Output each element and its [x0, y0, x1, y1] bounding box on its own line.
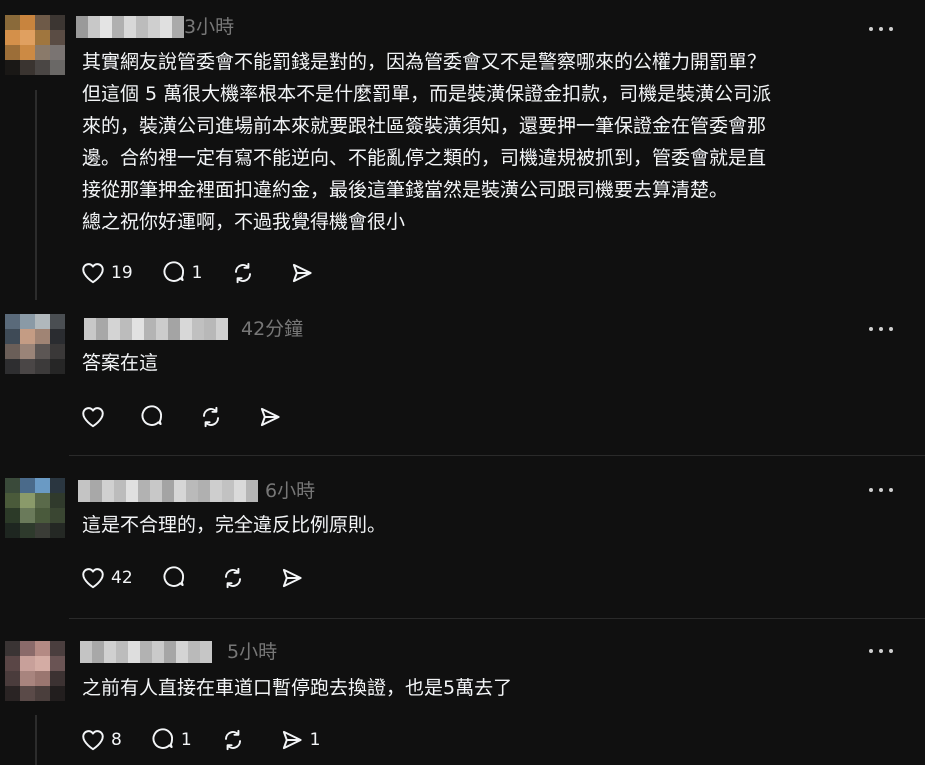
- more-dots-icon: [869, 488, 893, 492]
- comment-line: 接從那筆押金裡面扣違約金，最後這筆錢當然是裝潢公司跟司機要去算清楚。: [82, 179, 729, 201]
- comment-post: 5小時 之前有人直接在車道口暫停跑去換證，也是5萬去了 8 1 1: [0, 619, 925, 765]
- like-button[interactable]: [80, 404, 111, 430]
- action-bar: [80, 402, 316, 432]
- share-count: 1: [309, 730, 321, 750]
- username[interactable]: [78, 480, 258, 502]
- comment-line: 其實網友說管委會不能罰錢是對的，因為管委會又不是警察哪來的公權力開罰單？: [82, 51, 767, 73]
- comment-body: 這是不合理的，完全違反比例原則。: [82, 509, 902, 541]
- repost-icon: [224, 567, 241, 589]
- comment-line: 邊。合約裡一定有寫不能逆向、不能亂停之類的，司機違規被抓到，管委會就是直: [82, 147, 767, 169]
- comment-post: 42分鐘 答案在這: [0, 300, 925, 455]
- comment-post: 3小時 其實網友說管委會不能罰錢是對的，因為管委會又不是警察哪來的公權力開罰單？…: [0, 0, 925, 300]
- share-button[interactable]: [257, 404, 288, 430]
- heart-icon: [82, 568, 104, 589]
- heart-icon: [82, 263, 104, 284]
- repost-button[interactable]: [220, 565, 251, 591]
- reply-button[interactable]: [139, 404, 170, 430]
- reply-count: 1: [180, 730, 192, 750]
- comment-line: 來的，裝潢公司進場前本來就要跟社區簽裝潢須知，還要押一筆保證金在管委會那: [82, 115, 767, 137]
- share-button[interactable]: 1: [279, 727, 321, 753]
- username[interactable]: [76, 16, 184, 38]
- share-button[interactable]: [289, 260, 320, 286]
- like-count: 8: [111, 730, 122, 750]
- reply-button[interactable]: 1: [161, 260, 203, 286]
- more-options-button[interactable]: [867, 641, 895, 661]
- action-bar: 8 1 1: [80, 725, 348, 755]
- avatar[interactable]: [5, 314, 65, 374]
- avatar[interactable]: [5, 641, 65, 701]
- timestamp[interactable]: 3小時: [184, 14, 234, 40]
- repost-button[interactable]: [230, 260, 261, 286]
- reply-count: 1: [191, 263, 203, 283]
- comment-line: 這是不合理的，完全違反比例原則。: [82, 514, 387, 536]
- comment-line: 總之祝你好運啊，不過我覺得機會很小: [82, 211, 406, 233]
- repost-icon: [235, 262, 252, 284]
- send-icon: [282, 730, 302, 750]
- repost-icon: [202, 406, 220, 428]
- repost-button[interactable]: [220, 727, 251, 753]
- action-bar: 42: [80, 563, 338, 593]
- more-options-button[interactable]: [867, 319, 895, 339]
- comment-body: 答案在這: [82, 347, 902, 379]
- comment-body: 其實網友說管委會不能罰錢是對的，因為管委會又不是警察哪來的公權力開罰單？ 但這個…: [82, 46, 902, 238]
- send-icon: [293, 263, 313, 283]
- like-button[interactable]: 19: [80, 260, 133, 286]
- comment-line: 答案在這: [82, 352, 159, 374]
- heart-icon: [82, 730, 104, 751]
- repost-icon: [224, 729, 241, 751]
- comment-feed: 3小時 其實網友說管委會不能罰錢是對的，因為管委會又不是警察哪來的公權力開罰單？…: [0, 0, 925, 765]
- send-icon: [282, 568, 302, 588]
- comment-icon: [141, 405, 162, 426]
- comment-icon: [152, 728, 173, 749]
- like-count: 42: [111, 568, 133, 588]
- action-bar: 19 1: [80, 258, 348, 288]
- comment-icon: [163, 566, 184, 587]
- comment-line: 之前有人直接在車道口暫停跑去換證，也是5萬去了: [82, 677, 513, 699]
- share-button[interactable]: [279, 565, 310, 591]
- comment-post: 6小時 這是不合理的，完全違反比例原則。 42: [0, 456, 925, 618]
- like-button[interactable]: 8: [80, 727, 122, 753]
- repost-button[interactable]: [198, 404, 229, 430]
- more-options-button[interactable]: [867, 480, 895, 500]
- timestamp[interactable]: 6小時: [265, 478, 315, 504]
- username[interactable]: [84, 318, 228, 340]
- more-dots-icon: [869, 649, 893, 653]
- avatar[interactable]: [5, 15, 65, 75]
- more-options-button[interactable]: [867, 19, 895, 39]
- heart-icon: [82, 407, 104, 428]
- like-count: 19: [111, 263, 133, 283]
- username[interactable]: [80, 641, 212, 663]
- comment-body: 之前有人直接在車道口暫停跑去換證，也是5萬去了: [82, 672, 902, 704]
- more-dots-icon: [869, 327, 893, 331]
- timestamp[interactable]: 42分鐘: [241, 316, 303, 342]
- reply-button[interactable]: 1: [150, 727, 192, 753]
- avatar[interactable]: [5, 478, 65, 538]
- send-icon: [260, 407, 280, 427]
- more-dots-icon: [869, 27, 893, 31]
- timestamp[interactable]: 5小時: [227, 639, 277, 665]
- thread-line: [35, 90, 37, 300]
- comment-icon: [163, 261, 184, 282]
- comment-line: 但這個 5 萬很大機率根本不是什麼罰單，而是裝潢保證金扣款，司機是裝潢公司派: [82, 83, 772, 105]
- reply-button[interactable]: [161, 565, 192, 591]
- like-button[interactable]: 42: [80, 565, 133, 591]
- thread-line: [35, 715, 37, 765]
